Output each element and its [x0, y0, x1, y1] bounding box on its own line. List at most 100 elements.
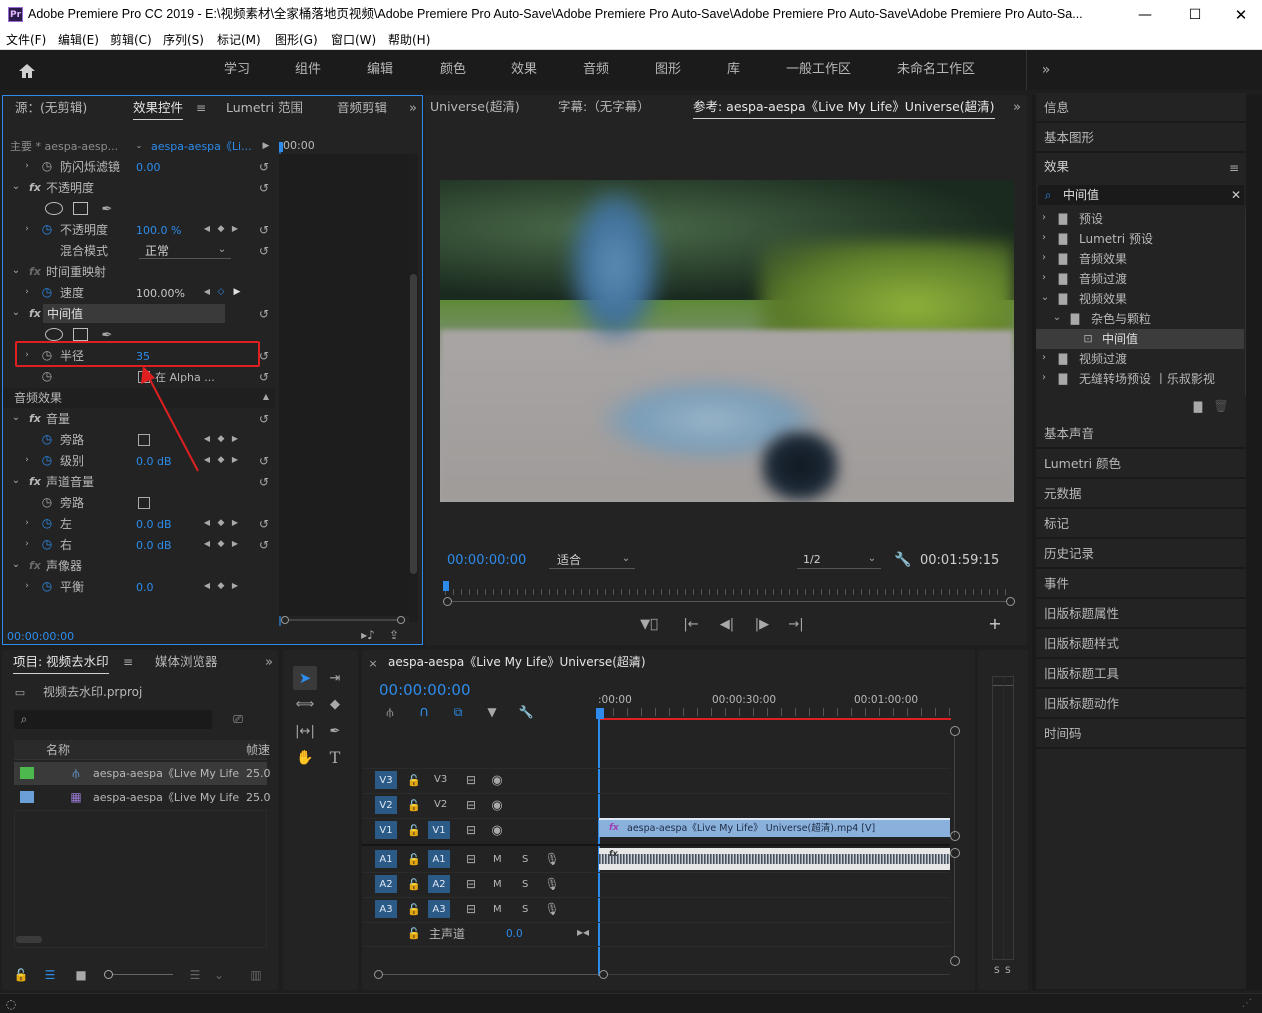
expand-arrow-icon[interactable]: › [23, 287, 31, 297]
tabs-overflow-icon[interactable]: » [262, 655, 276, 669]
eye-icon[interactable]: ◉ [490, 774, 504, 787]
stopwatch-active-icon[interactable]: ◷ [41, 454, 53, 466]
flicker-value[interactable]: 0.00 [136, 162, 161, 173]
timeline-timecode[interactable]: 00:00:00:00 [379, 683, 471, 698]
collapse-arrow-icon[interactable]: ⌄ [11, 266, 21, 276]
panel-info[interactable]: 信息 [1036, 93, 1246, 122]
prev-keyframe-icon[interactable]: ◀ [203, 539, 211, 549]
panel-essential-sound[interactable]: 基本声音 [1036, 419, 1246, 448]
status-icon[interactable]: ◌ [4, 997, 18, 1011]
lock-icon[interactable]: 🔓 [407, 853, 421, 865]
new-bin-from-search-icon[interactable]: ⎚ [230, 712, 246, 726]
reset-icon[interactable]: ↺ [257, 517, 271, 531]
menu-graphics[interactable]: 图形(G) [275, 34, 318, 46]
reset-icon[interactable]: ↺ [257, 412, 271, 426]
panel-legacy-title-properties[interactable]: 旧版标题属性 [1036, 599, 1246, 628]
tree-item[interactable]: › ▇ 音频过渡 [1036, 269, 1246, 289]
tab-reference[interactable]: 参考: aespa-aespa《Live My Life》Universe(超清… [693, 100, 995, 119]
workspace-effects[interactable]: 效果 [511, 63, 537, 76]
tree-item[interactable]: › ▇ 音频效果 [1036, 249, 1246, 269]
collapse-up-icon[interactable]: ▲ [261, 392, 271, 402]
menu-file[interactable]: 文件(F) [6, 34, 46, 46]
expand-arrow-icon[interactable]: › [23, 161, 31, 171]
track-source-v3[interactable]: V3 [375, 771, 397, 789]
left-value[interactable]: 0.0 dB [136, 519, 172, 530]
lock-icon[interactable]: 🔓 [407, 774, 421, 786]
ec-scroll-thumb[interactable] [410, 274, 417, 574]
new-bin-icon[interactable]: ▇ [1190, 400, 1206, 412]
workspace-general[interactable]: 一般工作区 [786, 63, 851, 76]
chevron-down-icon[interactable]: ⌄ [214, 968, 224, 982]
audio-clip[interactable]: fx [599, 848, 950, 870]
add-keyframe-icon[interactable]: ◆ [217, 224, 225, 234]
workspace-audio[interactable]: 音频 [583, 63, 609, 76]
sync-lock-icon[interactable]: ⊟ [464, 903, 478, 915]
workspace-libraries[interactable]: 库 [727, 63, 740, 76]
tree-item[interactable]: › ▇ 无缝转场预设 丨乐叔影视 [1036, 369, 1246, 389]
panel-essential-graphics[interactable]: 基本图形 [1036, 123, 1246, 152]
menu-window[interactable]: 窗口(W) [331, 34, 376, 46]
reset-icon[interactable]: ↺ [257, 307, 271, 321]
label-color-swatch[interactable] [20, 767, 34, 779]
project-hscroll-thumb[interactable] [16, 936, 42, 943]
close-tab-icon[interactable]: × [368, 658, 378, 669]
ellipse-mask-icon[interactable] [45, 202, 63, 215]
clear-search-icon[interactable]: ✕ [1231, 189, 1241, 201]
lock-icon[interactable]: 🔓 [407, 799, 421, 811]
workspace-editing[interactable]: 编辑 [367, 63, 393, 76]
next-keyframe-icon[interactable]: ▶ [231, 224, 239, 234]
tab-sequence-partial[interactable]: Universe(超清) [430, 100, 520, 114]
ec-scrollbar[interactable] [409, 154, 418, 622]
tab-media-browser[interactable]: 媒体浏览器 [155, 655, 218, 669]
panel-lumetri-color[interactable]: Lumetri 颜色 [1036, 449, 1246, 478]
project-item[interactable]: ⫛ aespa-aespa《Live My Life 25.0 [14, 762, 271, 785]
wrench-icon[interactable]: 🔧 [518, 705, 534, 719]
export-icon[interactable]: ⇪ [387, 628, 401, 642]
stopwatch-active-icon[interactable]: ◷ [41, 286, 53, 298]
add-marker-icon[interactable]: ▼ [484, 705, 500, 719]
vscroll-handle-audio-top[interactable] [950, 848, 960, 858]
prev-keyframe-icon[interactable]: ◀ [203, 224, 211, 234]
project-item[interactable]: ▦ aespa-aespa《Live My Life 25.0 [14, 786, 271, 809]
panel-menu-icon[interactable]: ≡ [195, 102, 207, 114]
stopwatch-icon[interactable]: ◷ [41, 160, 53, 172]
slip-tool-icon[interactable]: |↔| [295, 722, 315, 740]
vscroll-handle-audio-bottom[interactable] [950, 956, 960, 966]
eye-icon[interactable]: ◉ [490, 799, 504, 812]
column-rate[interactable]: 帧速 [246, 744, 270, 756]
mute-button[interactable]: M [493, 905, 502, 915]
thumbnail-size-slider[interactable] [104, 970, 173, 980]
filter-audio-icon[interactable]: ▸♪ [361, 628, 375, 642]
collapse-arrow-icon[interactable]: ⌄ [1040, 293, 1050, 303]
fit-dropdown[interactable]: 适合 ⌄ [549, 551, 635, 569]
solo-button[interactable]: S [522, 905, 528, 915]
chevron-down-icon[interactable]: ⌄ [135, 141, 143, 151]
panel-menu-icon[interactable]: ≡ [122, 656, 134, 668]
expand-arrow-icon[interactable]: › [1040, 353, 1048, 363]
maximize-button[interactable]: ☐ [1180, 5, 1210, 25]
workspace-assembly[interactable]: 组件 [295, 63, 321, 76]
tree-item[interactable]: ⌄ ▇ 视频效果 [1036, 289, 1246, 309]
sync-lock-icon[interactable]: ⊟ [464, 774, 478, 786]
lock-icon[interactable]: 🔓 [407, 903, 421, 915]
menu-sequence[interactable]: 序列(S) [163, 34, 204, 46]
lock-icon[interactable]: 🔓 [407, 824, 421, 836]
panel-legacy-title-styles[interactable]: 旧版标题样式 [1036, 629, 1246, 658]
stopwatch-active-icon[interactable]: ◷ [41, 538, 53, 550]
tab-source[interactable]: 源：(无剪辑) [15, 101, 87, 115]
resolution-dropdown[interactable]: 1/2 ⌄ [797, 551, 881, 569]
vscroll-handle-top[interactable] [950, 726, 960, 736]
add-keyframe-icon[interactable]: ◆ [217, 539, 225, 549]
stopwatch-active-icon[interactable]: ◷ [41, 517, 53, 529]
nest-icon[interactable]: ⫛ [382, 705, 398, 719]
snap-magnet-icon[interactable]: ∩ [416, 705, 432, 719]
add-keyframe-icon[interactable]: ◆ [217, 581, 225, 591]
lock-icon[interactable]: 🔓 [407, 927, 421, 939]
prev-keyframe-icon[interactable]: ◀ [203, 518, 211, 528]
menu-edit[interactable]: 编辑(E) [58, 34, 99, 46]
play-triangle-icon[interactable]: ▶ [261, 140, 271, 152]
prev-keyframe-icon[interactable]: ◀ [203, 287, 211, 297]
rectangle-mask-icon[interactable] [73, 202, 88, 215]
next-keyframe-icon[interactable]: ▶ [233, 287, 241, 297]
close-button[interactable]: ✕ [1226, 5, 1256, 25]
